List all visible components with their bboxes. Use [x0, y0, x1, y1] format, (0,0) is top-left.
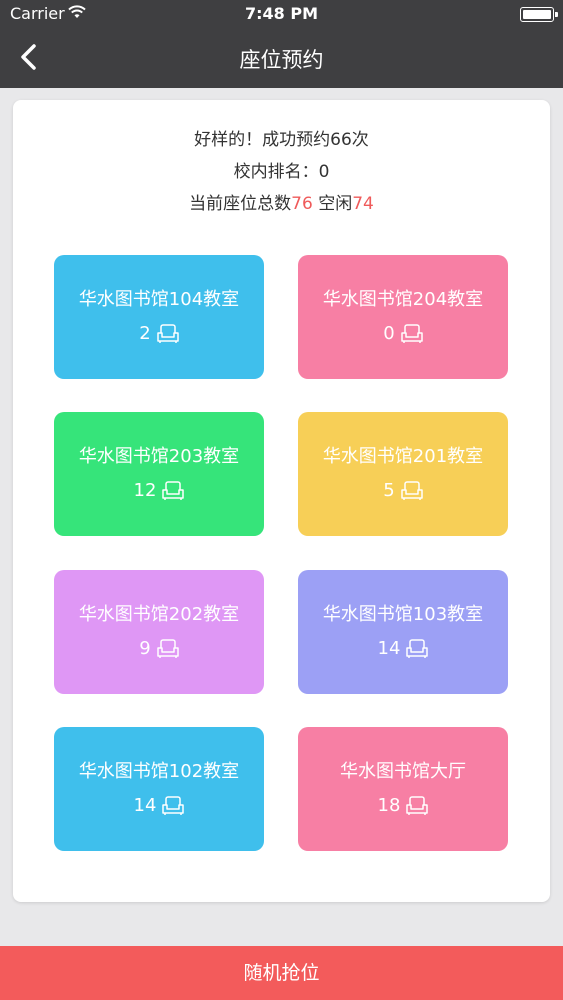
free-seat-count: 18 [377, 795, 401, 816]
status-time: 7:48 PM [244, 4, 318, 23]
battery-icon [520, 7, 558, 22]
free-seat-count: 14 [133, 795, 157, 816]
room-card[interactable]: 华水图书馆大厅 18 [298, 727, 508, 851]
room-card[interactable]: 华水图书馆104教室 2 [54, 255, 264, 379]
free-seat-count: 9 [139, 638, 151, 659]
room-card[interactable]: 华水图书馆203教室 12 [54, 412, 264, 536]
free-seats-label: 空闲 [318, 194, 353, 214]
room-seat-count: 9 [54, 638, 264, 659]
reservation-card: 好样的！成功预约66次 校内排名：0 当前座位总数76 空闲74 华水图书馆10… [13, 100, 550, 902]
seat-totals-line: 当前座位总数76 空闲74 [13, 188, 550, 220]
seat-icon [400, 323, 423, 343]
room-name: 华水图书馆103教室 [322, 604, 484, 625]
free-seat-count: 5 [383, 480, 395, 501]
room-name: 华水图书馆204教室 [322, 289, 484, 310]
room-name: 华水图书馆203教室 [78, 446, 240, 467]
top-bar: Carrier 7:48 PM 座位预约 [0, 0, 563, 88]
room-seat-count: 0 [298, 323, 508, 344]
random-seat-button[interactable]: 随机抢位 [0, 946, 563, 1000]
room-name: 华水图书馆202教室 [78, 604, 240, 625]
room-card[interactable]: 华水图书馆202教室 9 [54, 570, 264, 694]
success-count-text: 好样的！成功预约66次 [194, 130, 369, 150]
school-rank-text: 校内排名：0 [233, 162, 330, 182]
free-seat-count: 14 [377, 638, 401, 659]
room-name: 华水图书馆102教室 [78, 761, 240, 782]
page-title: 座位预约 [239, 48, 324, 72]
free-seat-count: 0 [383, 323, 395, 344]
room-name: 华水图书馆大厅 [340, 761, 466, 782]
free-seat-count: 2 [139, 323, 151, 344]
status-bar: Carrier 7:48 PM [0, 0, 563, 30]
seat-icon [400, 480, 423, 500]
total-seats-label: 当前座位总数 [189, 194, 292, 214]
nav-bar: 座位预约 [0, 30, 563, 88]
total-seats-value: 76 [291, 194, 313, 214]
free-seats-value: 74 [352, 194, 374, 214]
room-seat-count: 5 [298, 480, 508, 501]
room-seat-count: 12 [54, 480, 264, 501]
seat-icon [162, 795, 185, 815]
room-seat-count: 14 [54, 795, 264, 816]
room-card[interactable]: 华水图书馆103教室 14 [298, 570, 508, 694]
room-card[interactable]: 华水图书馆204教室 0 [298, 255, 508, 379]
seat-icon [406, 795, 429, 815]
seat-icon [162, 480, 185, 500]
room-seat-count: 18 [298, 795, 508, 816]
free-seat-count: 12 [133, 480, 157, 501]
room-seat-count: 14 [298, 638, 508, 659]
seat-icon [156, 323, 179, 343]
seat-icon [406, 638, 429, 658]
room-seat-count: 2 [54, 323, 264, 344]
room-card[interactable]: 华水图书馆201教室 5 [298, 412, 508, 536]
room-name: 华水图书馆104教室 [78, 289, 240, 310]
screen: Carrier 7:48 PM 座位预约 好样的！成功预约66次 校内排名：0 … [0, 0, 563, 1000]
room-card[interactable]: 华水图书馆102教室 14 [54, 727, 264, 851]
room-name: 华水图书馆201教室 [322, 446, 484, 467]
seat-icon [156, 638, 179, 658]
stats-summary: 好样的！成功预约66次 校内排名：0 当前座位总数76 空闲74 [13, 124, 550, 220]
